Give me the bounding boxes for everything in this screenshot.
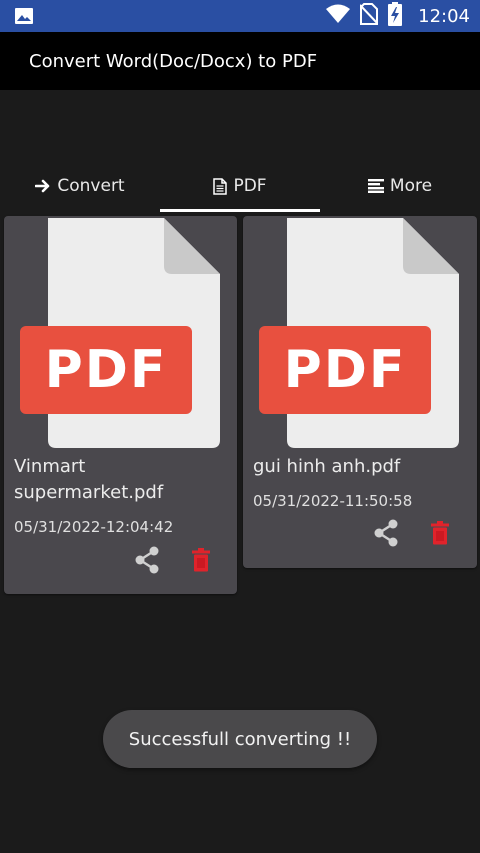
share-button[interactable] bbox=[132, 545, 162, 575]
status-bar: 12:04 bbox=[0, 0, 480, 32]
file-card[interactable]: PDF gui hinh anh.pdf 05/31/2022-11:50:58 bbox=[243, 216, 477, 568]
share-button[interactable] bbox=[371, 518, 401, 548]
share-icon bbox=[374, 519, 398, 547]
tab-label: PDF bbox=[233, 176, 267, 196]
trash-icon bbox=[192, 548, 210, 572]
trash-icon bbox=[431, 521, 449, 545]
no-sim-icon bbox=[359, 2, 379, 30]
status-icons: 12:04 bbox=[326, 0, 470, 32]
tab-label: Convert bbox=[57, 176, 125, 196]
tab-bar: Convert PDF More bbox=[0, 160, 480, 212]
pdf-file-icon: PDF bbox=[259, 218, 463, 448]
pdf-badge-label: PDF bbox=[44, 340, 168, 400]
delete-button[interactable] bbox=[425, 518, 455, 548]
tab-pdf[interactable]: PDF bbox=[160, 160, 320, 212]
file-date: 05/31/2022-12:04:42 bbox=[14, 518, 174, 536]
battery-charging-icon bbox=[388, 1, 403, 31]
pdf-file-icon: PDF bbox=[20, 218, 224, 448]
toast-message: Successfull converting !! bbox=[103, 710, 377, 768]
delete-button[interactable] bbox=[186, 545, 216, 575]
file-card[interactable]: PDF Vinmart supermarket.pdf 05/31/2022-1… bbox=[4, 216, 237, 594]
file-name: gui hinh anh.pdf bbox=[253, 456, 401, 477]
app-bar: Convert Word(Doc/Docx) to PDF bbox=[0, 32, 480, 90]
pdf-badge-label: PDF bbox=[283, 340, 407, 400]
tab-convert[interactable]: Convert bbox=[0, 160, 160, 212]
file-name: Vinmart supermarket.pdf bbox=[14, 456, 164, 503]
tab-label: More bbox=[389, 176, 433, 196]
image-icon bbox=[14, 7, 34, 25]
status-time: 12:04 bbox=[418, 5, 470, 27]
menu-lines-icon bbox=[367, 179, 384, 193]
app-title: Convert Word(Doc/Docx) to PDF bbox=[29, 50, 318, 72]
document-icon bbox=[213, 177, 228, 195]
file-date: 05/31/2022-11:50:58 bbox=[253, 492, 413, 510]
arrow-right-icon bbox=[35, 179, 51, 193]
tab-more[interactable]: More bbox=[320, 160, 480, 212]
app-screen: 12:04 Convert Word(Doc/Docx) to PDF Conv… bbox=[0, 0, 480, 853]
wifi-icon bbox=[326, 4, 351, 29]
share-icon bbox=[135, 546, 159, 574]
